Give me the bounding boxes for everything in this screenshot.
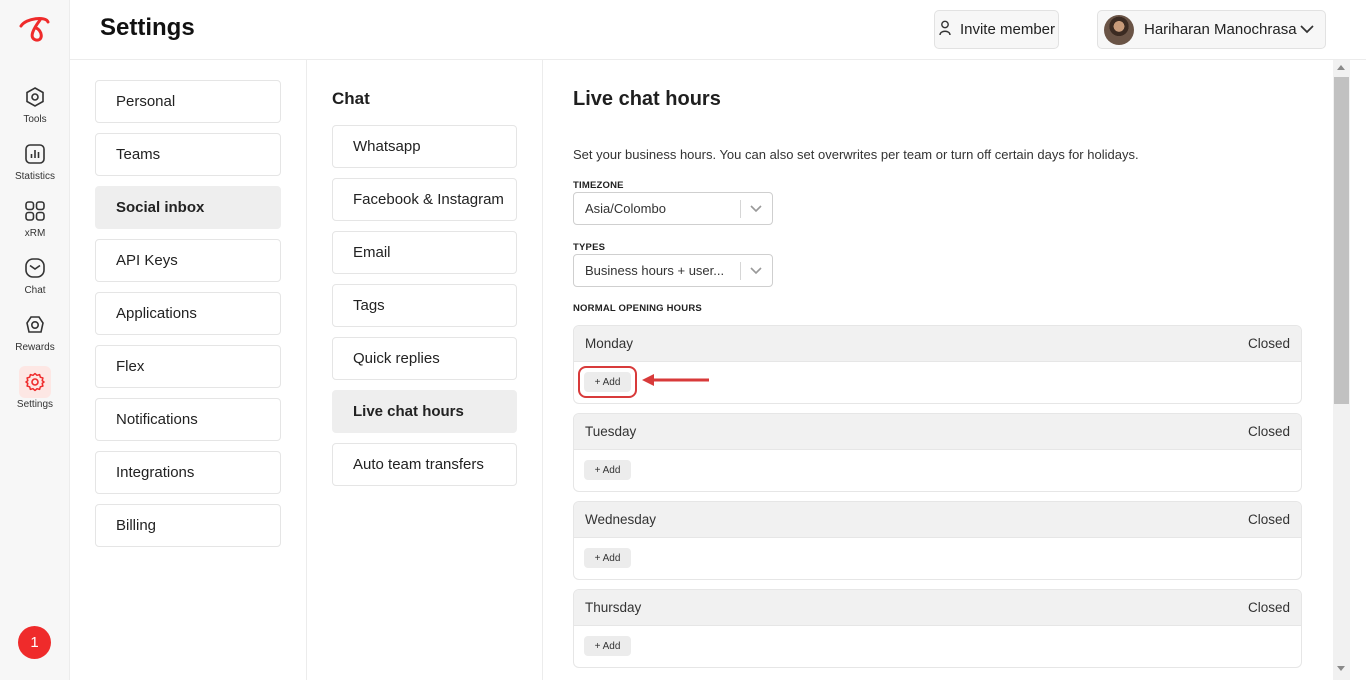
chevron-down-icon (1299, 21, 1325, 38)
scroll-up-icon[interactable] (1337, 65, 1345, 70)
chat-nav-auto-team-transfers[interactable]: Auto team transfers (332, 443, 517, 486)
section-title: Live chat hours (573, 88, 721, 110)
chat-subnav-title: Chat (332, 89, 370, 108)
settings-nav-notifications[interactable]: Notifications (95, 398, 281, 441)
day-status: Closed (1247, 600, 1290, 615)
user-name: Hariharan Manochrasa (1144, 21, 1297, 38)
select-separator (740, 261, 741, 280)
day-body: + Add (574, 538, 1301, 579)
settings-nav-api-keys[interactable]: API Keys (95, 239, 281, 282)
types-label: TYPES (573, 242, 606, 253)
opening-hours-label: NORMAL OPENING HOURS (573, 303, 702, 314)
rail-label: xRM (24, 228, 46, 239)
day-header: Tuesday Closed (574, 414, 1301, 450)
chat-nav-facebook-instagram[interactable]: Facebook & Instagram (332, 178, 517, 221)
chat-nav-whatsapp[interactable]: Whatsapp (332, 125, 517, 168)
rail-item-chat[interactable]: Chat (0, 255, 70, 303)
select-separator (740, 199, 741, 218)
settings-nav-teams[interactable]: Teams (95, 133, 281, 176)
rail-item-tools[interactable]: Tools (0, 84, 70, 132)
add-hours-button[interactable]: + Add (584, 548, 631, 568)
rail-item-statistics[interactable]: Statistics (0, 141, 70, 189)
invite-member-button[interactable]: Invite member (934, 10, 1059, 49)
rail-label: Chat (24, 285, 46, 296)
day-body: + Add (574, 626, 1301, 667)
chevron-down-icon (749, 201, 772, 216)
invite-member-label: Invite member (959, 21, 1056, 38)
user-menu-button[interactable]: Hariharan Manochrasa (1097, 10, 1326, 49)
chat-nav-email[interactable]: Email (332, 231, 517, 274)
rail-label: Rewards (15, 342, 55, 353)
settings-nav-integrations[interactable]: Integrations (95, 451, 281, 494)
day-header: Wednesday Closed (574, 502, 1301, 538)
rail-item-xrm[interactable]: xRM (0, 198, 70, 246)
day-name: Thursday (585, 600, 642, 615)
chat-subnav: Chat Whatsapp Facebook & Instagram Email… (307, 60, 543, 680)
day-name: Monday (585, 336, 634, 351)
settings-nav-flex[interactable]: Flex (95, 345, 281, 388)
chat-nav-quick-replies[interactable]: Quick replies (332, 337, 517, 380)
rail-item-settings[interactable]: Settings (0, 366, 70, 414)
envelope-icon (22, 255, 48, 281)
rewards-badge-icon (22, 312, 48, 338)
timezone-value: Asia/Colombo (585, 201, 666, 216)
day-status: Closed (1247, 336, 1290, 351)
day-row-monday: Monday Closed + Add (573, 325, 1302, 404)
day-row-wednesday: Wednesday Closed + Add (573, 501, 1302, 580)
day-header: Monday Closed (574, 326, 1301, 362)
scrollbar-thumb[interactable] (1334, 77, 1349, 404)
hexagon-tools-icon (22, 84, 48, 110)
day-row-thursday: Thursday Closed + Add (573, 589, 1302, 668)
user-icon (938, 20, 952, 40)
day-row-tuesday: Tuesday Closed + Add (573, 413, 1302, 492)
rail-label: Settings (16, 399, 54, 410)
main-scrollbar[interactable] (1333, 60, 1366, 680)
grid-four-icon (22, 198, 48, 224)
brand-logo-icon[interactable] (16, 14, 54, 46)
page-title: Settings (100, 14, 195, 41)
gear-icon (19, 366, 51, 398)
types-select[interactable]: Business hours + user... (573, 254, 773, 287)
avatar (1104, 14, 1134, 45)
rail-label: Statistics (14, 171, 55, 182)
section-description: Set your business hours. You can also se… (573, 147, 1139, 162)
left-rail: Tools Statistics xRM Chat Rewards Settin… (0, 0, 70, 680)
settings-nav-social-inbox[interactable]: Social inbox (95, 186, 281, 229)
settings-nav-applications[interactable]: Applications (95, 292, 281, 335)
scroll-down-icon[interactable] (1337, 666, 1345, 671)
chat-nav-live-chat-hours[interactable]: Live chat hours (332, 390, 517, 433)
settings-nav-personal[interactable]: Personal (95, 80, 281, 123)
settings-nav: Personal Teams Social inbox API Keys App… (70, 60, 307, 680)
add-hours-button[interactable]: + Add (584, 460, 631, 480)
day-status: Closed (1247, 424, 1290, 439)
chat-nav-tags[interactable]: Tags (332, 284, 517, 327)
types-value: Business hours + user... (585, 263, 725, 278)
bar-chart-icon (22, 141, 48, 167)
main-content: Live chat hours Set your business hours.… (543, 60, 1333, 680)
timezone-select[interactable]: Asia/Colombo (573, 192, 773, 225)
rail-item-rewards[interactable]: Rewards (0, 312, 70, 360)
day-name: Wednesday (585, 512, 657, 527)
notification-badge[interactable]: 1 (18, 626, 51, 659)
highlight-annotation (578, 366, 637, 398)
day-body: + Add (574, 450, 1301, 491)
add-hours-button[interactable]: + Add (584, 636, 631, 656)
rail-label: Tools (23, 114, 47, 125)
day-name: Tuesday (585, 424, 637, 439)
day-status: Closed (1247, 512, 1290, 527)
day-header: Thursday Closed (574, 590, 1301, 626)
timezone-label: TIMEZONE (573, 180, 624, 191)
settings-nav-billing[interactable]: Billing (95, 504, 281, 547)
arrow-left-icon (641, 373, 711, 392)
chevron-down-icon (749, 263, 772, 278)
